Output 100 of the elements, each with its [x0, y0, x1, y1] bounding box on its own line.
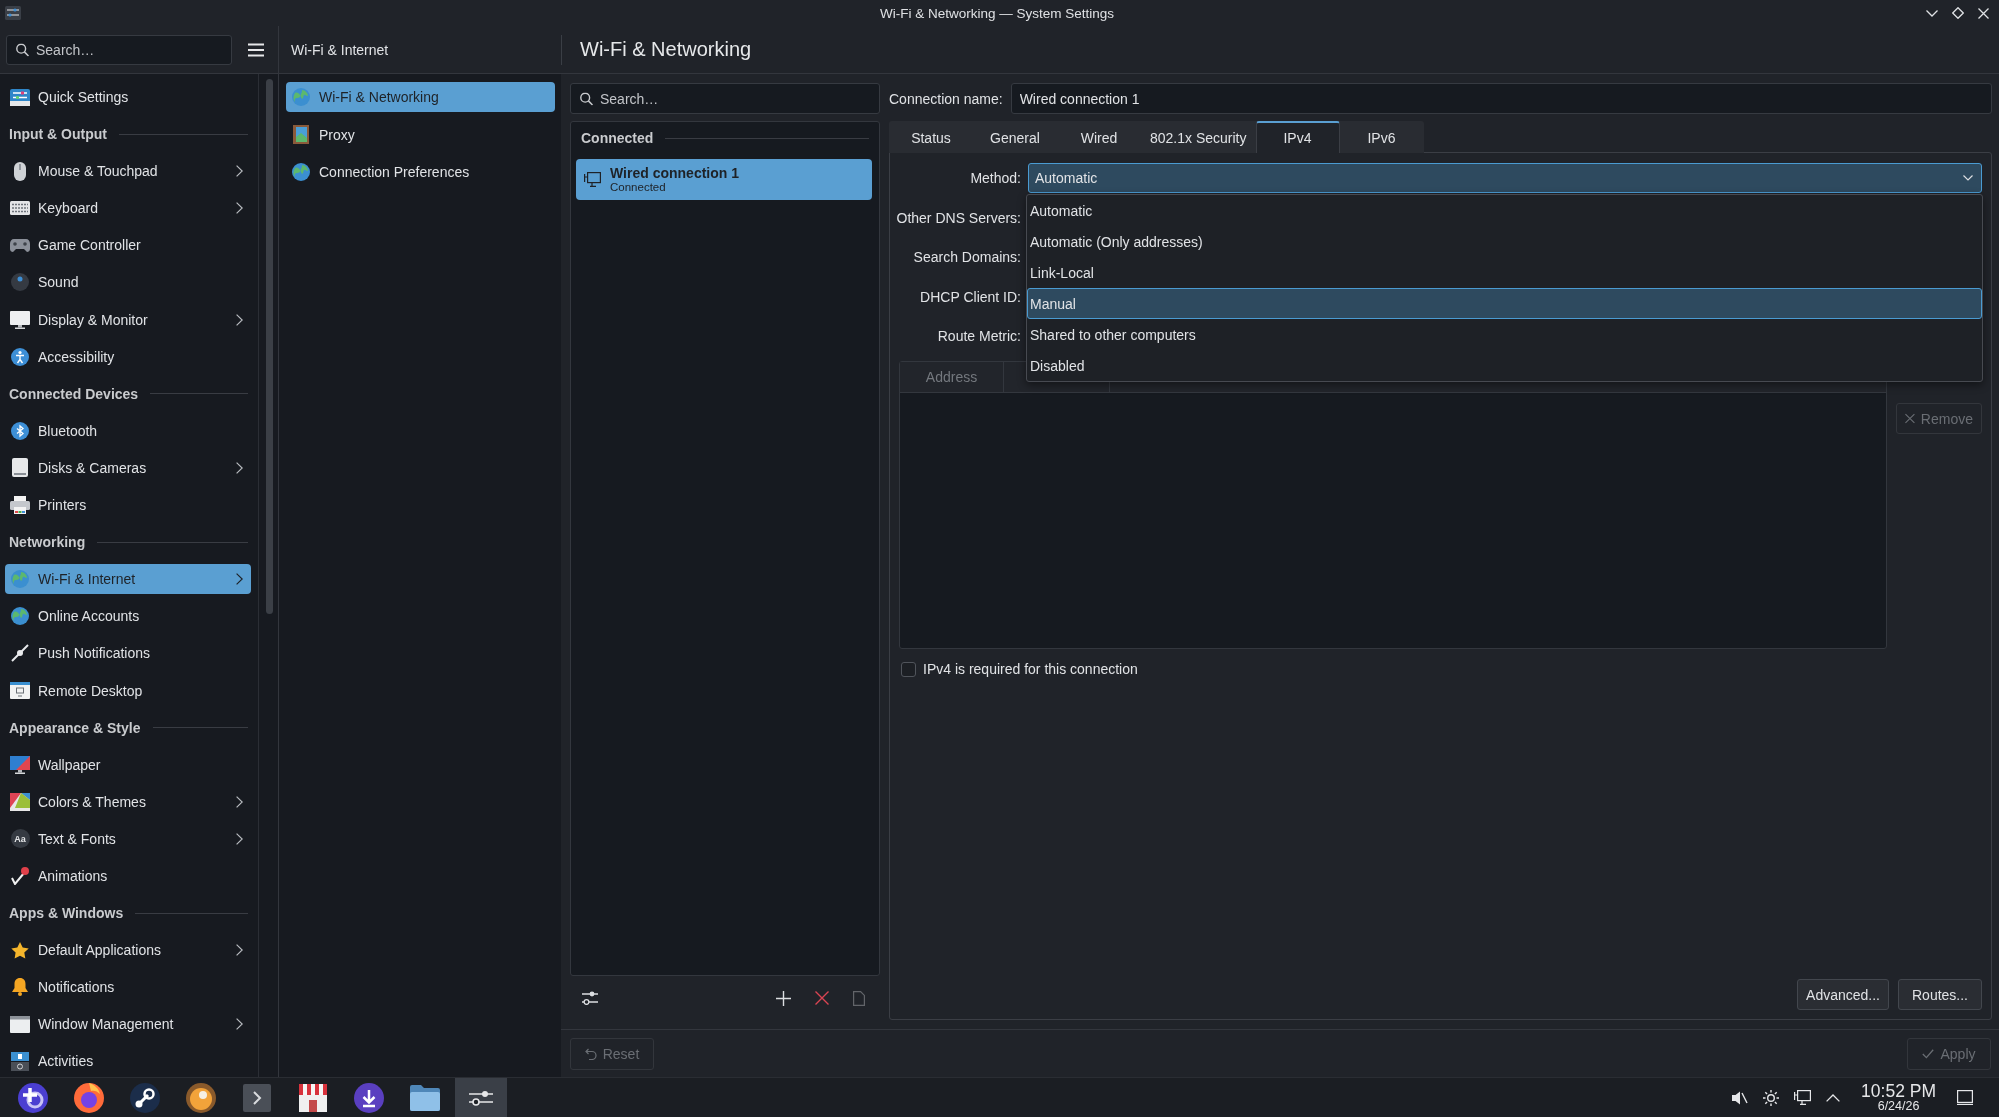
monitor-icon[interactable] — [1794, 1089, 1812, 1106]
tab[interactable]: IPv6 — [1339, 121, 1424, 153]
advanced-button[interactable]: Advanced... — [1797, 979, 1889, 1010]
color-squares-icon — [10, 792, 30, 811]
door-icon — [293, 125, 309, 144]
sidebar-item[interactable]: Remote Desktop — [5, 675, 251, 706]
section-heading: Input & Output — [9, 126, 107, 143]
sidebar-item[interactable]: Online Accounts — [5, 601, 251, 632]
routes-button[interactable]: Routes... — [1898, 979, 1982, 1010]
sidebar-item[interactable]: Bluetooth — [5, 415, 251, 446]
page-title: Wi-Fi & Networking — [580, 38, 752, 61]
activities-icon — [11, 1051, 29, 1071]
sidebar-item[interactable]: Printers — [5, 490, 251, 521]
gamepad-icon — [10, 238, 30, 252]
download-icon — [354, 1082, 384, 1113]
bluetooth-icon — [11, 421, 29, 440]
method-dropdown[interactable]: Automatic — [1028, 163, 1982, 193]
field-label: Search Domains: — [912, 249, 1021, 265]
dropdown-option[interactable]: Link-Local — [1027, 257, 1982, 288]
globe-icon — [11, 607, 29, 626]
dropdown-option[interactable]: Automatic (Only addresses) — [1027, 226, 1982, 257]
chevron-down-icon[interactable] — [1926, 9, 1938, 17]
sidebar-item[interactable]: Quick Settings — [5, 82, 251, 112]
sliders-panel-icon — [10, 88, 30, 106]
window-title: Wi-Fi & Networking — System Settings — [879, 5, 1115, 21]
plus-icon[interactable] — [776, 990, 791, 1006]
star-icon — [11, 941, 29, 959]
terminal-icon — [243, 1083, 271, 1112]
dropdown-option[interactable]: Shared to other computers — [1027, 319, 1982, 350]
menu-icon[interactable] — [248, 42, 264, 57]
checkbox[interactable] — [901, 661, 916, 677]
cross-icon — [1905, 413, 1915, 424]
sidebar-item[interactable]: Sound — [5, 267, 251, 298]
column-title: Wi-Fi & Internet — [291, 41, 389, 58]
sidebar-item[interactable]: Notifications — [5, 972, 251, 1003]
font-icon: Aa — [10, 829, 30, 849]
remote-screen-icon — [10, 682, 30, 699]
connection-item[interactable]: Wired connection 1 Connected — [576, 159, 872, 200]
clock-date[interactable]: 6/24/26 — [1877, 1100, 1920, 1113]
globe-icon — [292, 88, 310, 106]
diamond-icon[interactable] — [1952, 7, 1964, 19]
clock-time[interactable]: 10:52 PM — [1861, 1082, 1936, 1100]
tab[interactable]: 802.1x Security — [1141, 121, 1256, 153]
column-header: Address — [900, 362, 1004, 392]
tab[interactable]: General — [973, 121, 1057, 153]
field-label: DHCP Client ID: — [919, 288, 1021, 305]
sidebar-item[interactable]: Wi-Fi & Internet — [5, 564, 251, 595]
section-heading: Apps & Windows — [9, 905, 124, 922]
scrollbar[interactable] — [266, 79, 273, 614]
sidebar-item[interactable]: Accessibility — [5, 341, 251, 372]
linked-circles-icon — [130, 1082, 160, 1113]
search-field[interactable]: Search… — [570, 83, 880, 114]
section-heading: Connected Devices — [9, 385, 139, 402]
caret-up-icon[interactable] — [1826, 1093, 1841, 1102]
search-field[interactable]: Search… — [6, 34, 232, 65]
ring-circle-icon — [186, 1082, 216, 1113]
mouse-icon — [14, 161, 26, 181]
sidebar-item[interactable]: Keyboard — [5, 193, 251, 224]
sidebar-item[interactable]: Animations — [5, 860, 251, 891]
dropdown-option[interactable]: Manual — [1027, 288, 1982, 319]
sidebar-item[interactable]: Game Controller — [5, 230, 251, 261]
sidebar-item[interactable]: Disks & Cameras — [5, 452, 251, 483]
tab[interactable]: IPv4 — [1255, 121, 1340, 153]
folder-icon — [410, 1084, 440, 1111]
window-icon — [10, 1015, 30, 1033]
close-icon[interactable] — [1978, 7, 1989, 19]
taskbar-button[interactable] — [455, 1078, 507, 1117]
field-label: Connection name: — [889, 90, 1003, 107]
dropdown-option[interactable]: Automatic — [1027, 195, 1982, 226]
sidebar-item[interactable]: Mouse & Touchpad — [5, 156, 251, 187]
tab[interactable]: Wired — [1057, 121, 1141, 153]
sun-icon[interactable] — [1763, 1089, 1780, 1106]
desktop-icon[interactable] — [1957, 1090, 1973, 1105]
sliders-icon[interactable] — [582, 991, 598, 1005]
sidebar-item[interactable]: Wallpaper — [5, 749, 251, 780]
globe-icon — [292, 163, 310, 181]
sidebar-item[interactable]: Display & Monitor — [5, 304, 251, 335]
sidebar-item[interactable]: Window Management — [5, 1009, 251, 1040]
cross-icon[interactable] — [815, 991, 829, 1005]
list-item[interactable]: Wi-Fi & Networking — [286, 82, 555, 112]
sidebar-item[interactable]: Push Notifications — [5, 638, 251, 669]
keyboard-icon — [10, 201, 30, 216]
section-heading: Networking — [9, 534, 86, 551]
list-item[interactable]: Proxy — [286, 119, 555, 150]
field-label: Other DNS Servers: — [895, 209, 1021, 226]
field-label: Route Metric: — [936, 328, 1021, 344]
person-circle-icon — [11, 347, 29, 366]
field-label: Method: — [969, 170, 1021, 186]
connection-name-field[interactable]: Wired connection 1 — [1010, 83, 1992, 114]
speaker-icon — [11, 273, 29, 292]
shop-icon — [299, 1083, 327, 1112]
muted-speaker-icon[interactable] — [1731, 1089, 1749, 1106]
sidebar-item[interactable]: Default Applications — [5, 935, 251, 966]
sidebar-item[interactable]: Colors & Themes — [5, 786, 251, 817]
sidebar-item[interactable]: Aa Text & Fonts — [5, 823, 251, 854]
dropdown-option[interactable]: Disabled — [1027, 350, 1982, 381]
tab[interactable]: Status — [889, 121, 973, 153]
chevron-down-icon — [1963, 175, 1973, 181]
sidebar-item[interactable]: Activities — [5, 1046, 251, 1077]
list-item[interactable]: Connection Preferences — [286, 157, 555, 187]
